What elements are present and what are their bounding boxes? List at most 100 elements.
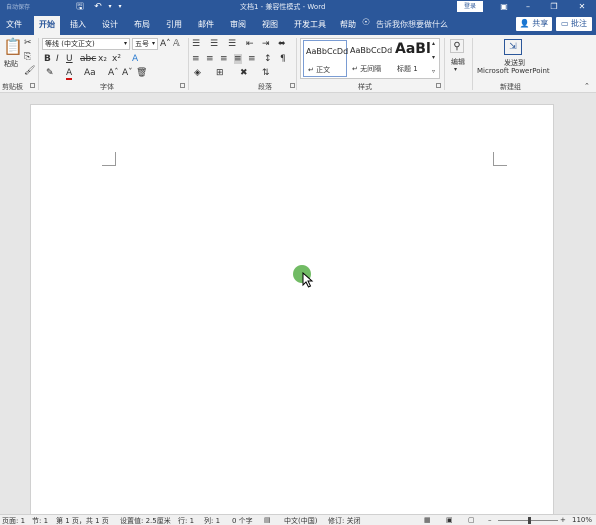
show-marks-icon[interactable]: ¶ [280,54,286,64]
underline-icon[interactable]: U [66,54,73,64]
tab-mailings[interactable]: 邮件 [198,19,214,30]
status-bar: 页面: 1 节: 1 第 1 页，共 1 页 设置值: 2.5厘米 行: 1 列… [0,514,596,525]
tab-layout[interactable]: 布局 [134,19,150,30]
restore-icon[interactable]: ❐ [542,0,566,14]
read-mode-icon[interactable]: ▦ [424,516,431,524]
align-center-icon[interactable]: ≡ [206,54,214,64]
share-label: 共享 [532,19,549,28]
shrink-font-size-icon[interactable]: Aˇ [122,68,133,78]
tab-view[interactable]: 视图 [262,19,278,30]
print-layout-icon[interactable]: ▣ [446,516,453,524]
cut-icon[interactable]: ✂ [24,38,32,48]
tab-developer[interactable]: 开发工具 [294,19,326,30]
subscript-icon[interactable]: x₂ [98,54,107,64]
tab-help[interactable]: 帮助 [340,19,356,30]
find-icon[interactable]: ⚲ [450,39,464,53]
multilevel-list-icon[interactable]: ☰ [228,39,236,49]
styles-scroll-down-icon[interactable]: ▾ [432,53,435,63]
asian-layout-icon[interactable]: ✖ [240,68,248,78]
chinese-layout-icon[interactable]: ⬌ [278,39,286,49]
increase-indent-icon[interactable]: ⇥ [262,39,270,49]
format-painter-icon[interactable]: 🖌 [24,66,35,76]
paste-icon[interactable]: 📋 [3,38,23,56]
share-icon: 👤 [519,19,530,28]
status-language[interactable]: 中文(中国) [284,516,317,525]
zoom-in-icon[interactable]: + [560,516,566,524]
align-right-icon[interactable]: ≡ [220,54,228,64]
bullets-icon[interactable]: ☰ [192,39,200,49]
font-size-select[interactable]: 五号 ▾ [132,38,158,50]
tab-references[interactable]: 引用 [166,19,182,30]
zoom-level[interactable]: 110% [572,516,592,524]
zoom-slider-thumb[interactable] [528,517,531,524]
undo-icon[interactable]: ↶ [92,1,104,13]
document-area[interactable] [0,94,596,516]
decrease-indent-icon[interactable]: ⇤ [246,39,254,49]
customize-qat-icon[interactable]: ▾ [114,1,126,13]
font-dialog-launcher-icon[interactable] [180,83,185,88]
separator [188,38,189,90]
ribbon-display-icon[interactable]: ▣ [492,0,516,14]
web-layout-icon[interactable]: ▢ [468,516,475,524]
copy-icon[interactable]: ⎘ [24,52,31,62]
styles-dialog-launcher-icon[interactable] [436,83,441,88]
paragraph-dialog-launcher-icon[interactable] [290,83,295,88]
justify-icon[interactable]: ≡ [234,54,242,64]
styles-scroll-up-icon[interactable]: ▴ [432,39,435,49]
grow-font-icon[interactable]: A˄ [160,39,171,49]
superscript-icon[interactable]: x² [112,54,121,64]
status-edit-icon[interactable]: ▤ [264,516,271,524]
shading-icon[interactable]: ◈ [194,68,201,78]
minimize-icon[interactable]: – [516,0,540,14]
styles-gallery[interactable]: AaBbCcDd ↵ 正文 AaBbCcDd ↵ 无间隔 AaBl 标题 1 [300,38,440,79]
powerpoint-icon[interactable]: ⇲ [504,39,522,55]
paste-button[interactable]: 粘贴 [4,59,18,69]
tab-design[interactable]: 设计 [102,19,118,30]
autosave-label[interactable]: 自动保存 [6,2,30,11]
collapse-ribbon-icon[interactable]: ⌃ [584,81,590,91]
save-icon[interactable]: 🖫 [74,1,86,13]
char-border-icon[interactable]: 𝔸 [173,39,180,49]
clear-format-icon[interactable]: 🗑 [136,68,147,78]
status-page[interactable]: 页面: 1 [2,516,25,525]
numbering-icon[interactable]: ☰ [210,39,218,49]
status-page-of[interactable]: 第 1 页，共 1 页 [56,516,109,525]
italic-icon[interactable]: I [56,54,59,64]
line-spacing-icon[interactable]: ↕ [264,54,272,64]
tab-home[interactable]: 开始 [34,16,60,35]
distributed-icon[interactable]: ≡ [248,54,256,64]
tab-review[interactable]: 审阅 [230,19,246,30]
share-button[interactable]: 👤 共享 [516,17,552,31]
highlight-color-icon[interactable]: ✎ [46,68,54,78]
strikethrough-icon[interactable]: abc [80,54,96,64]
status-section[interactable]: 节: 1 [32,516,48,525]
font-name-select[interactable]: 等线 (中文正文) ▾ [42,38,130,50]
borders-icon[interactable]: ⊞ [216,68,224,78]
style-normal[interactable]: AaBbCcDd ↵ 正文 [303,40,348,77]
status-position[interactable]: 设置值: 2.5厘米 [120,516,171,525]
bold-icon[interactable]: B [44,54,51,64]
style-heading-1[interactable]: AaBl 标题 1 [393,40,437,77]
close-icon[interactable]: ✕ [570,0,594,14]
align-left-icon[interactable]: ≡ [192,54,200,64]
font-color-icon[interactable]: A [66,68,73,80]
status-row[interactable]: 行: 1 [178,516,194,525]
document-page[interactable] [30,104,554,516]
sort-icon[interactable]: ⇅ [262,68,270,78]
zoom-out-icon[interactable]: – [488,516,492,524]
comment-button[interactable]: ▭ 批注 [556,17,592,31]
status-words[interactable]: 0 个字 [232,516,253,525]
text-effects-icon[interactable]: A [132,54,138,64]
status-track-changes[interactable]: 修订: 关闭 [328,516,361,525]
tab-file[interactable]: 文件 [6,19,22,30]
tell-me-search[interactable]: 告诉我你想要做什么 [376,19,448,30]
style-no-spacing[interactable]: AaBbCcDd ↵ 无间隔 [348,40,392,77]
clipboard-dialog-launcher-icon[interactable] [30,83,35,88]
grow-font-size-icon[interactable]: Aˆ [108,68,119,78]
status-col[interactable]: 列: 1 [204,516,220,525]
send-to-powerpoint-label[interactable]: Microsoft PowerPoint [477,67,550,75]
login-button[interactable]: 登录 [457,1,483,12]
change-case-icon[interactable]: Aa [84,68,96,78]
styles-more-icon[interactable]: ▿ [432,67,435,77]
tab-insert[interactable]: 插入 [70,19,86,30]
